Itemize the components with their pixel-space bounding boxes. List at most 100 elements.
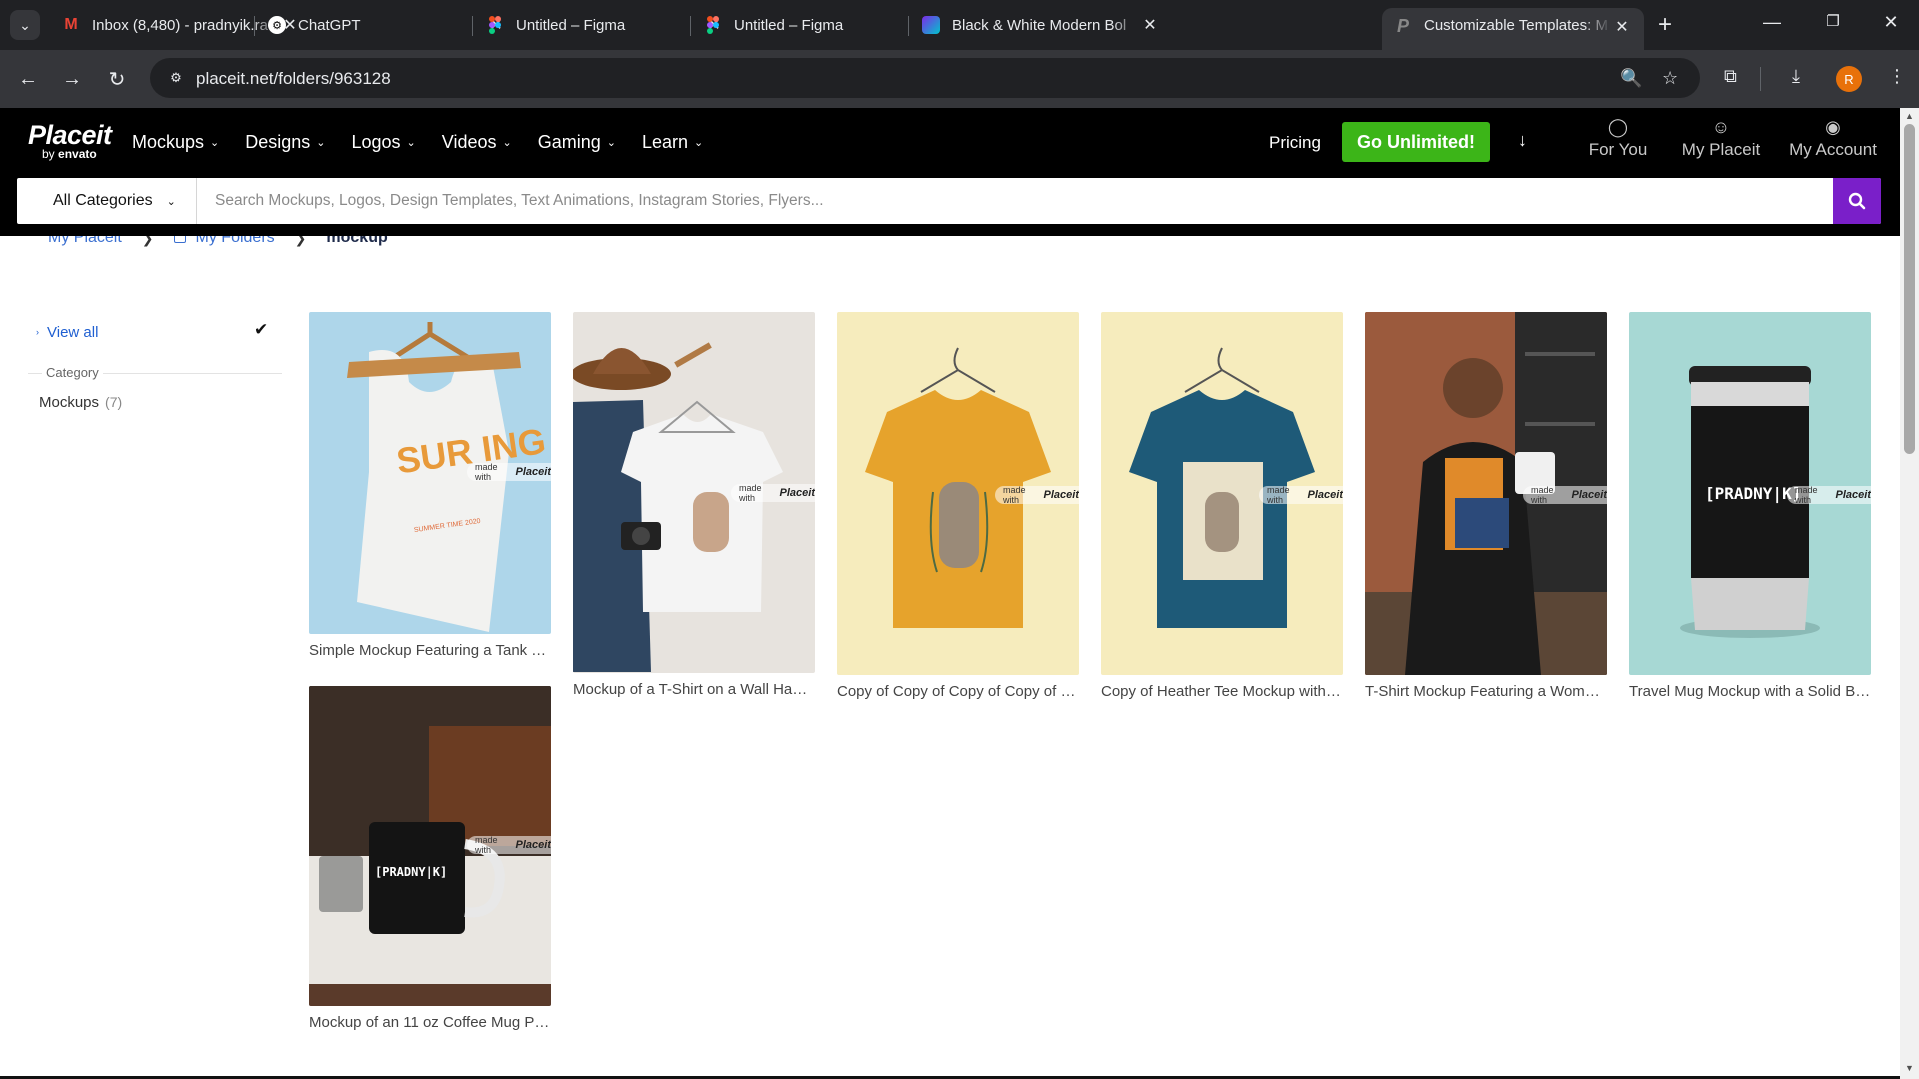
nav-label: Logos — [351, 132, 401, 152]
mockup-thumbnail[interactable]: made with Placeit — [1101, 312, 1343, 675]
chevron-down-icon: ⌄ — [502, 137, 512, 149]
mockup-thumbnail[interactable]: [PRADNY|K] made with Placeit — [309, 686, 551, 1006]
watermark-text: made with — [1003, 485, 1026, 505]
tab-canva[interactable]: Black & White Modern Bol ✕ — [910, 8, 1172, 42]
mockup-caption[interactable]: Mockup of an 11 oz Coffee Mug Placed on … — [309, 1014, 551, 1031]
forward-icon[interactable]: → — [57, 64, 87, 94]
bullet-icon: › — [36, 327, 39, 337]
watermark: made with Placeit — [995, 485, 1079, 505]
mockup-card[interactable]: made with Placeit Copy of Heather Tee Moc… — [1101, 312, 1343, 700]
chevron-down-icon: ⌄ — [316, 137, 326, 149]
my-account-link[interactable]: ◉ My Account — [1768, 118, 1898, 160]
nav-label: Mockups — [132, 132, 205, 152]
logo-by: by — [42, 147, 55, 161]
tab-title: Black & White Modern Bol — [952, 16, 1127, 34]
main-nav: Mockups ⌄ Designs ⌄ Logos ⌄ Videos ⌄ Gaming ⌄… — [132, 132, 729, 153]
browser-menu-icon[interactable]: ⋮ — [1888, 66, 1906, 87]
category-heading: Category — [42, 365, 103, 380]
scroll-down-icon[interactable]: ▼ — [1905, 1063, 1914, 1073]
bookmark-star-icon[interactable]: ☆ — [1662, 68, 1678, 89]
nav-label: Gaming — [537, 132, 601, 152]
page-scrollbar[interactable]: ▲ ▼ — [1900, 108, 1919, 1079]
window-close-icon[interactable]: ✕ — [1876, 12, 1906, 33]
nav-logos[interactable]: Logos ⌄ — [352, 132, 416, 153]
site-settings-icon[interactable]: ⚙ — [166, 68, 186, 88]
mockup-card[interactable]: made with Placeit T-Shirt Mockup Featurin… — [1365, 312, 1607, 700]
mockup-card[interactable]: made with Placeit Mockup of a T-Shirt on … — [573, 312, 815, 698]
mockup-thumbnail[interactable]: made with Placeit — [573, 312, 815, 673]
category-label: Mockups — [39, 394, 100, 411]
mockup-caption[interactable]: Copy of Heather Tee Mockup with a Hanger — [1101, 683, 1343, 700]
downloads-icon[interactable]: ⤓ — [1792, 66, 1800, 87]
nav-label: Videos — [441, 132, 497, 152]
mockup-caption[interactable]: T-Shirt Mockup Featuring a Woman Holding… — [1365, 683, 1607, 700]
watermark-brand: Placeit — [779, 487, 815, 499]
close-tab-icon[interactable]: ✕ — [1140, 15, 1160, 35]
pricing-link[interactable]: Pricing — [1269, 133, 1321, 153]
tab-placeit-active[interactable]: P Customizable Templates: M ✕ — [1382, 8, 1644, 50]
mockup-card[interactable]: [PRADNY|K] made with Placeit Travel Mug M… — [1629, 312, 1871, 700]
search-button[interactable] — [1833, 178, 1881, 224]
nav-learn[interactable]: Learn ⌄ — [642, 132, 703, 153]
placeit-logo[interactable]: Placeit by envato — [28, 120, 112, 161]
restore-icon[interactable]: ❐ — [1818, 12, 1848, 30]
watermark-text: made with — [1795, 485, 1818, 505]
new-tab-icon[interactable]: + — [1651, 11, 1679, 39]
category-mockups[interactable]: Mockups (7) — [39, 394, 122, 411]
mockup-caption[interactable]: Travel Mug Mockup with a Solid Backgroun… — [1629, 683, 1871, 700]
nav-gaming[interactable]: Gaming ⌄ — [538, 132, 616, 153]
scrollbar-thumb[interactable] — [1904, 124, 1915, 454]
mockup-thumbnail[interactable]: SUR ING SUMMER TIME 2020 made with Placei… — [309, 312, 551, 634]
view-all-label: View all — [47, 324, 99, 341]
mockup-card[interactable]: SUR ING SUMMER TIME 2020 made with Placei… — [309, 312, 551, 659]
watermark-brand: Placeit — [515, 466, 551, 478]
mockup-caption[interactable]: Simple Mockup Featuring a Tank Top Hangi… — [309, 642, 551, 659]
watermark-text: made with — [475, 835, 498, 855]
category-select[interactable]: All Categories ⌄ — [17, 178, 197, 224]
address-bar[interactable]: ⚙ placeit.net/folders/963128 🔍 ☆ — [150, 58, 1700, 98]
mockup-thumbnail[interactable]: [PRADNY|K] made with Placeit — [1629, 312, 1871, 675]
tab-divider — [472, 16, 473, 36]
watermark-brand: Placeit — [1043, 489, 1079, 501]
go-unlimited-button[interactable]: Go Unlimited! — [1342, 122, 1490, 162]
nav-label: Learn — [641, 132, 688, 152]
extensions-icon[interactable]: ⧉ — [1724, 66, 1737, 87]
watermark: made with Placeit — [467, 835, 551, 855]
close-tab-icon[interactable]: ✕ — [1612, 17, 1632, 37]
minimize-icon[interactable]: — — [1757, 12, 1787, 33]
toolbar-divider — [1760, 67, 1761, 91]
for-you-label: For You — [1588, 140, 1648, 159]
watermark-text: made with — [475, 462, 498, 482]
url-text: placeit.net/folders/963128 — [196, 69, 391, 88]
print-text: [PRADNY|K] — [375, 865, 447, 879]
watermark: made with Placeit — [1523, 485, 1607, 505]
download-arrow-icon[interactable]: ↓ — [1518, 130, 1527, 151]
my-account-label: My Account — [1789, 140, 1877, 159]
mockup-card[interactable]: [PRADNY|K] made with Placeit Mockup of an… — [309, 686, 551, 1031]
my-placeit-link[interactable]: ☺ My Placeit — [1656, 118, 1786, 160]
profile-avatar[interactable]: R — [1836, 66, 1862, 92]
search-input[interactable] — [215, 178, 1835, 224]
chevron-down-icon: ⌄ — [210, 137, 220, 149]
mockup-thumbnail[interactable]: made with Placeit — [837, 312, 1079, 675]
tab-search-dropdown-icon[interactable]: ⌄ — [10, 10, 40, 40]
nav-designs[interactable]: Designs ⌄ — [245, 132, 325, 153]
watermark: made with Placeit — [467, 462, 551, 482]
nav-mockups[interactable]: Mockups ⌄ — [132, 132, 219, 153]
figma-icon — [704, 16, 722, 34]
zoom-icon[interactable]: 🔍 — [1620, 68, 1642, 89]
scroll-up-icon[interactable]: ▲ — [1905, 111, 1914, 121]
reload-icon[interactable]: ↻ — [102, 64, 132, 94]
mockup-thumbnail[interactable]: made with Placeit — [1365, 312, 1607, 675]
tab-divider — [690, 16, 691, 36]
mockup-caption[interactable]: Copy of Copy of Copy of Copy of Copy of … — [837, 683, 1079, 700]
view-all-link[interactable]: › View all — [36, 324, 98, 341]
back-icon[interactable]: ← — [13, 64, 43, 94]
tab-divider — [254, 16, 255, 36]
mockup-caption[interactable]: Mockup of a T-Shirt on a Wall Hanger — [573, 681, 815, 698]
nav-videos[interactable]: Videos ⌄ — [442, 132, 512, 153]
mockup-card[interactable]: made with Placeit Copy of Copy of Copy of… — [837, 312, 1079, 700]
browser-toolbar: ← → ↻ ⚙ placeit.net/folders/963128 🔍 ☆ ⧉… — [0, 50, 1919, 108]
tab-title: Untitled – Figma — [516, 16, 626, 34]
watermark-brand: Placeit — [515, 839, 551, 851]
